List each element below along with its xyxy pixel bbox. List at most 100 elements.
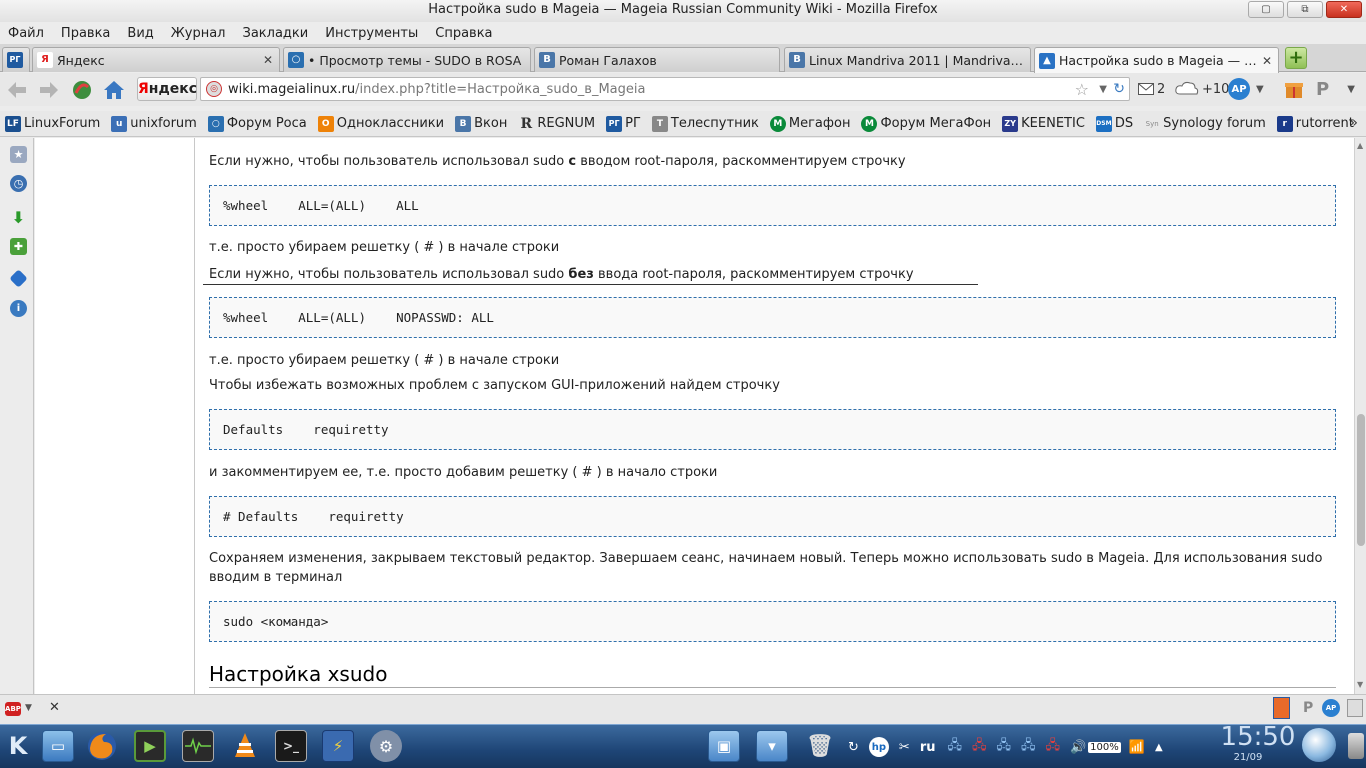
bookmark-star-icon[interactable]: ☆ <box>1075 80 1089 99</box>
bookmarks-sidebar-icon[interactable]: ★ <box>10 146 27 163</box>
text-with-password: Если нужно, чтобы пользователь использов… <box>209 154 906 169</box>
restore-button[interactable]: ⧉ <box>1287 1 1323 18</box>
show-desktop-icon[interactable] <box>1348 733 1364 759</box>
site-identity-icon[interactable]: ◎ <box>206 81 222 97</box>
wifi-icon[interactable]: 📶 <box>1129 740 1145 755</box>
kde-launcher-icon[interactable]: K <box>2 730 34 762</box>
firefox-sync-icon[interactable] <box>70 78 94 102</box>
home-icon[interactable] <box>102 78 126 102</box>
network-icon-4[interactable]: 🖧 <box>1021 736 1036 758</box>
minimize-button[interactable]: ▢ <box>1248 1 1284 18</box>
scrollbar-thumb[interactable] <box>1357 414 1365 546</box>
yandex-search-button[interactable]: Яндекс <box>137 77 197 101</box>
hp-printer-icon[interactable]: hp <box>868 737 889 757</box>
lock-screen-orb-icon[interactable] <box>1302 728 1336 762</box>
menu-history[interactable]: Журнал <box>171 26 226 41</box>
reload-icon[interactable]: ↻ <box>1113 81 1125 97</box>
addons-puzzle-icon[interactable]: ✚ <box>10 238 27 255</box>
volume-icon[interactable]: 🔊 <box>1070 740 1086 755</box>
media-player-icon[interactable]: ▶ <box>134 730 166 762</box>
tab-close-icon[interactable]: ✕ <box>1260 54 1274 68</box>
desktop-1-icon[interactable]: ▣ <box>708 730 740 762</box>
url-dropdown-icon[interactable]: ▼ <box>1099 84 1107 95</box>
history-clock-icon[interactable]: ◷ <box>10 175 27 192</box>
network-icon-3[interactable]: 🖧 <box>996 736 1011 758</box>
bookmark-unixforum[interactable]: u unixforum <box>111 115 197 132</box>
bookmark-telesputnik[interactable]: Т Телеспутник <box>651 115 759 132</box>
addon-p-icon[interactable]: P <box>1303 700 1313 716</box>
network-icon-1[interactable]: 🖧 <box>947 736 962 758</box>
bookmark-regnum[interactable]: R REGNUM <box>518 116 596 132</box>
addon-ap-icon[interactable]: AP <box>1322 699 1340 717</box>
update-icon[interactable]: ↻ <box>848 740 859 755</box>
menu-bookmarks[interactable]: Закладки <box>243 26 309 41</box>
trash-icon[interactable]: 🗑 <box>804 730 836 762</box>
gift-extension-icon[interactable] <box>1284 77 1304 101</box>
tab-rosa-forum[interactable]: ○ • Просмотр темы - SUDO в ROSA <box>283 47 531 72</box>
desktop-2-icon[interactable]: ▾ <box>756 730 788 762</box>
firefox-icon[interactable] <box>86 730 118 762</box>
scissors-icon[interactable]: ✂ <box>899 740 910 755</box>
close-addon-bar-icon[interactable]: ✕ <box>49 700 60 715</box>
text-uncomment-hint-2: т.е. просто убираем решетку ( # ) в нача… <box>209 353 560 368</box>
tab-vk-profile[interactable]: B Роман Галахов <box>534 47 780 72</box>
forward-arrow-icon[interactable] <box>37 78 61 102</box>
bookmark-label: Synology forum <box>1163 116 1266 131</box>
address-bar[interactable]: ◎ wiki.mageialinux.ru/index.php?title=На… <box>200 77 1130 101</box>
tab-yandex[interactable]: Я Яндекс ✕ <box>32 47 280 72</box>
code-block-sudo-command: sudo <команда> <box>209 601 1336 642</box>
weather-widget[interactable]: +10 <box>1174 77 1229 101</box>
bookmark-ds[interactable]: DSM DS <box>1095 115 1133 132</box>
vlc-icon[interactable] <box>229 730 261 762</box>
page-scrollbar[interactable]: ▲ ▼ <box>1354 138 1366 694</box>
addon-extra-icon[interactable] <box>1347 699 1363 717</box>
sync-icon[interactable] <box>9 269 28 288</box>
adblock-plus-icon[interactable]: ABP <box>5 702 21 716</box>
bookmark-label: KEENETIC <box>1021 116 1085 131</box>
adblock-dropdown-icon[interactable]: ▼ <box>25 703 32 713</box>
network-manager-icon[interactable]: ⚡ <box>322 730 354 762</box>
system-monitor-icon[interactable] <box>182 730 214 762</box>
tab-rg-pinned[interactable]: РГ <box>2 47 30 72</box>
bookmark-megafon-forum[interactable]: М Форум МегаФон <box>861 115 991 132</box>
menu-help[interactable]: Справка <box>435 26 492 41</box>
scroll-up-icon[interactable]: ▲ <box>1357 141 1363 150</box>
p-dropdown-icon[interactable]: ▼ <box>1347 84 1355 95</box>
back-arrow-icon[interactable] <box>5 78 29 102</box>
clock-time[interactable]: 15:50 <box>1213 722 1303 752</box>
bookmark-vkontakte[interactable]: В Вкон <box>455 115 507 132</box>
scroll-down-icon[interactable]: ▼ <box>1357 680 1363 689</box>
bookmark-linuxforum[interactable]: LF LinuxForum <box>5 115 100 132</box>
tray-expand-icon[interactable]: ▲ <box>1155 742 1163 753</box>
bookmark-rutorrent[interactable]: r rutorrent <box>1276 115 1354 132</box>
settings-gear-icon[interactable]: ⚙ <box>370 730 402 762</box>
bookmark-rosa-forum[interactable]: ○ Форум Роса <box>207 115 307 132</box>
downloads-icon[interactable]: ⬇ <box>10 209 27 226</box>
network-icon-2[interactable]: 🖧 <box>972 736 987 758</box>
tab-mageia-wiki[interactable]: ▲ Настройка sudo в Mageia — Ma... ✕ <box>1034 47 1279 73</box>
tab-vk-mandriva[interactable]: B Linux Mandriva 2011 | Mandriva ... <box>784 47 1031 72</box>
bookmark-rg[interactable]: РГ РГ <box>606 115 641 132</box>
menu-edit[interactable]: Правка <box>61 26 110 41</box>
menu-tools[interactable]: Инструменты <box>325 26 418 41</box>
new-tab-button[interactable]: + <box>1285 47 1307 69</box>
keyboard-layout-indicator[interactable]: ru <box>920 740 936 755</box>
ap-dropdown-icon[interactable]: ▼ <box>1256 84 1264 95</box>
addon-calendar-icon[interactable] <box>1273 697 1290 719</box>
ap-extension[interactable]: AP ▼ <box>1228 77 1264 101</box>
menu-file[interactable]: Файл <box>8 26 44 41</box>
file-manager-icon[interactable]: ▭ <box>42 730 74 762</box>
tab-close-icon[interactable]: ✕ <box>261 53 275 67</box>
info-icon[interactable]: i <box>10 300 27 317</box>
network-icon-5[interactable]: 🖧 <box>1045 736 1060 758</box>
bookmarks-overflow-icon[interactable]: » <box>1349 115 1358 131</box>
bookmark-megafon[interactable]: М Мегафон <box>769 115 850 132</box>
bookmark-synology-forum[interactable]: Syn Synology forum <box>1144 116 1266 132</box>
bookmark-keenetic[interactable]: ZY KEENETIC <box>1002 115 1085 132</box>
terminal-icon[interactable]: >_ <box>275 730 307 762</box>
menu-view[interactable]: Вид <box>127 26 153 41</box>
mail-widget[interactable]: 2 <box>1138 77 1165 101</box>
bookmark-odnoklassniki[interactable]: О Одноклассники <box>317 115 444 132</box>
close-window-button[interactable]: ✕ <box>1326 1 1362 18</box>
p-extension[interactable]: P ▼ <box>1316 77 1355 101</box>
